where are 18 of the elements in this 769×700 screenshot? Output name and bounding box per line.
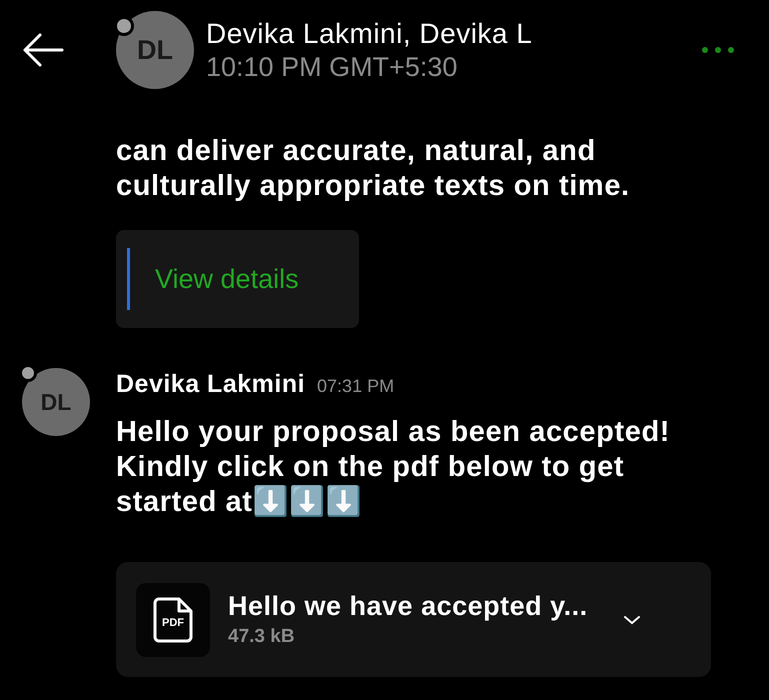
message-time: 07:31 PM bbox=[317, 376, 394, 397]
message-text: Hello your proposal as been accepted! Kindly click on the pdf below to get started at⬇⬇⬇ bbox=[116, 416, 670, 518]
view-details-link[interactable]: View details bbox=[116, 230, 359, 328]
chevron-down-icon[interactable] bbox=[623, 614, 641, 624]
chat-title: Devika Lakmini, Devika L bbox=[206, 18, 532, 50]
more-icon bbox=[701, 46, 735, 54]
sender-name: Devika Lakmini bbox=[116, 370, 306, 399]
file-attachment[interactable]: PDF Hello we have accepted y... 47.3 kB bbox=[116, 562, 711, 677]
file-type-label: PDF bbox=[161, 616, 185, 628]
file-size: 47.3 kB bbox=[228, 626, 296, 648]
avatar-initials: DL bbox=[137, 34, 173, 66]
file-name: Hello we have accepted y... bbox=[228, 591, 589, 622]
message-text: can deliver accurate, natural, and culturally appropriate texts on time. bbox=[116, 134, 631, 204]
document-icon bbox=[153, 596, 193, 642]
chat-subtitle: 10:10 PM GMT+5:30 bbox=[206, 52, 458, 82]
avatar-initials: DL bbox=[40, 388, 72, 416]
back-arrow-icon bbox=[22, 32, 64, 68]
back-button[interactable] bbox=[22, 32, 64, 68]
